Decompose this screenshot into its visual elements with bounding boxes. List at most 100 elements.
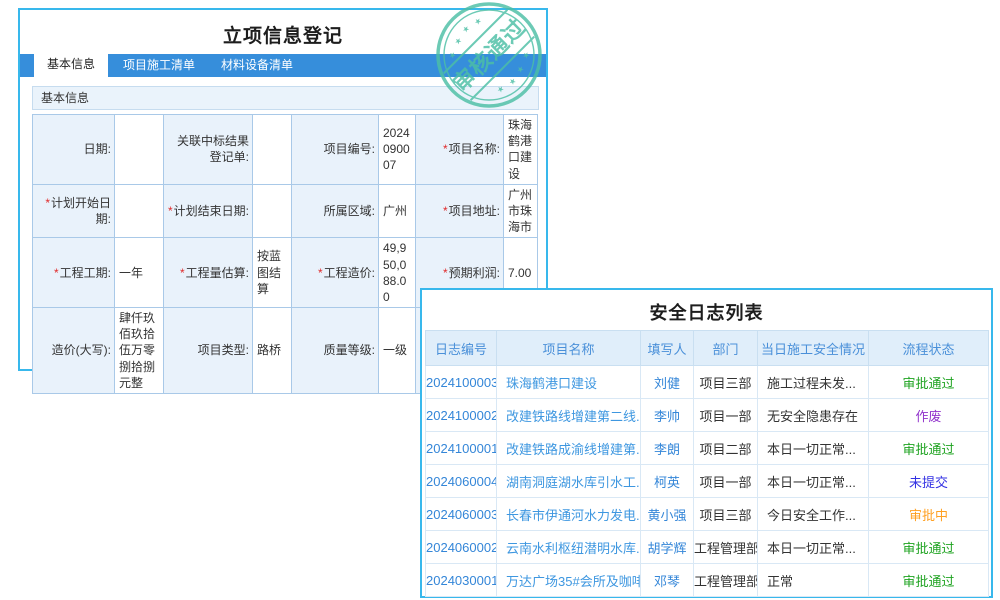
tab-material-equipment-list[interactable]: 材料设备清单: [208, 54, 306, 77]
form-field-label: 日期:: [33, 115, 115, 185]
form-field-label-text: 预期利润:: [449, 266, 500, 280]
writer-link[interactable]: 胡学辉: [641, 531, 694, 564]
daily-safety-cell: 本日一切正常...: [758, 465, 869, 498]
required-asterisk: *: [443, 266, 448, 280]
writer-link[interactable]: 李帅: [641, 399, 694, 432]
form-field-label-text: 计划结束日期:: [174, 204, 249, 218]
form-field-label: *工程量估算:: [164, 238, 253, 308]
form-field-value: 珠海鹤港口建设: [504, 115, 538, 185]
form-field-value: 一年: [115, 238, 164, 308]
project-name-link[interactable]: 湖南洞庭湖水库引水工...: [497, 465, 641, 498]
table-row: 2024060003长春市伊通河水力发电...黄小强项目三部今日安全工作...审…: [426, 498, 989, 531]
table-row: 2024030001万达广场35#会所及咖啡...邓琴工程管理部正常审批通过: [426, 564, 989, 597]
writer-link[interactable]: 黄小强: [641, 498, 694, 531]
writer-link[interactable]: 刘健: [641, 366, 694, 399]
tab-basic-info[interactable]: 基本信息: [34, 50, 108, 77]
form-field-label-text: 质量等级:: [324, 343, 375, 357]
department-cell: 项目一部: [694, 465, 758, 498]
department-cell: 工程管理部: [694, 564, 758, 597]
column-header-writer: 填写人: [641, 331, 694, 366]
page-title: 立项信息登记: [20, 21, 546, 48]
department-cell: 项目二部: [694, 432, 758, 465]
log-id-link[interactable]: 2024100002: [426, 399, 497, 432]
form-field-value: [115, 184, 164, 238]
daily-safety-cell: 正常: [758, 564, 869, 597]
form-row: *计划开始日期:*计划结束日期:所属区域:广州*项目地址:广州市珠海市: [33, 184, 538, 238]
form-field-label: *项目地址:: [416, 184, 504, 238]
form-field-label: *工程工期:: [33, 238, 115, 308]
form-field-value: 肆仟玖佰玖拾伍万零捌拾捌元整: [115, 308, 164, 394]
column-header-department: 部门: [694, 331, 758, 366]
log-id-link[interactable]: 2024060004: [426, 465, 497, 498]
log-id-link[interactable]: 2024030001: [426, 564, 497, 597]
form-field-label: 项目编号:: [292, 115, 379, 185]
form-field-label: 造价(大写):: [33, 308, 115, 394]
department-cell: 项目三部: [694, 498, 758, 531]
table-row: 2024100002改建铁路线增建第二线...李帅项目一部无安全隐患存在作废: [426, 399, 989, 432]
log-id-link[interactable]: 2024100003: [426, 366, 497, 399]
required-asterisk: *: [168, 204, 173, 218]
daily-safety-cell: 本日一切正常...: [758, 432, 869, 465]
form-field-value: [253, 115, 292, 185]
form-row: 日期: 关联中标结果登记单: 项目编号: 2024090007*项目名称:珠海鹤港口建…: [33, 115, 538, 185]
log-id-link[interactable]: 2024060003: [426, 498, 497, 531]
form-field-label: 质量等级:: [292, 308, 379, 394]
log-id-link[interactable]: 2024060002: [426, 531, 497, 564]
log-list-title: 安全日志列表: [422, 299, 991, 325]
required-asterisk: *: [180, 266, 185, 280]
safety-log-table: 日志编号项目名称填写人部门当日施工安全情况流程状态 2024100003珠海鹤港…: [425, 330, 989, 597]
daily-safety-cell: 今日安全工作...: [758, 498, 869, 531]
form-field-label: 项目类型:: [164, 308, 253, 394]
column-header-daily-safety: 当日施工安全情况: [758, 331, 869, 366]
log-id-link[interactable]: 2024100001: [426, 432, 497, 465]
form-field-label-text: 工程量估算:: [186, 266, 249, 280]
tab-construction-list[interactable]: 项目施工清单: [110, 54, 208, 77]
project-name-link[interactable]: 长春市伊通河水力发电...: [497, 498, 641, 531]
department-cell: 项目一部: [694, 399, 758, 432]
form-field-value: 广州市珠海市: [504, 184, 538, 238]
form-field-label-text: 造价(大写):: [52, 343, 111, 357]
form-field-label-text: 项目地址:: [449, 204, 500, 218]
form-field-label-text: 项目编号:: [324, 142, 375, 156]
status-badge: 作废: [869, 399, 989, 432]
required-asterisk: *: [443, 204, 448, 218]
status-badge: 审批通过: [869, 531, 989, 564]
status-badge: 审批通过: [869, 366, 989, 399]
required-asterisk: *: [443, 142, 448, 156]
status-badge: 审批中: [869, 498, 989, 531]
form-field-value: 按蓝图结算: [253, 238, 292, 308]
table-row: 2024100003珠海鹤港口建设刘健项目三部施工过程未发...审批通过: [426, 366, 989, 399]
column-header-flow-status: 流程状态: [869, 331, 989, 366]
project-name-link[interactable]: 云南水利枢纽潜明水库...: [497, 531, 641, 564]
writer-link[interactable]: 柯英: [641, 465, 694, 498]
form-field-value: [253, 184, 292, 238]
status-badge: 未提交: [869, 465, 989, 498]
form-field-label: *项目名称:: [416, 115, 504, 185]
status-badge: 审批通过: [869, 432, 989, 465]
column-header-log-id: 日志编号: [426, 331, 497, 366]
tab-bar: 基本信息项目施工清单材料设备清单: [20, 54, 546, 77]
form-field-value: 2024090007: [379, 115, 416, 185]
form-field-value: 广州: [379, 184, 416, 238]
form-field-label: 关联中标结果登记单:: [164, 115, 253, 185]
writer-link[interactable]: 邓琴: [641, 564, 694, 597]
required-asterisk: *: [318, 266, 323, 280]
form-field-value: 路桥: [253, 308, 292, 394]
writer-link[interactable]: 李朗: [641, 432, 694, 465]
table-row: 2024060002云南水利枢纽潜明水库...胡学辉工程管理部本日一切正常...…: [426, 531, 989, 564]
form-field-label: *工程造价:: [292, 238, 379, 308]
form-field-value: [115, 115, 164, 185]
table-row: 2024100001改建铁路成渝线增建第...李朗项目二部本日一切正常...审批…: [426, 432, 989, 465]
project-name-link[interactable]: 改建铁路成渝线增建第...: [497, 432, 641, 465]
project-name-link[interactable]: 改建铁路线增建第二线...: [497, 399, 641, 432]
column-header-project-name: 项目名称: [497, 331, 641, 366]
project-name-link[interactable]: 珠海鹤港口建设: [497, 366, 641, 399]
section-header-basic-info: 基本信息: [32, 86, 539, 110]
form-field-label-text: 日期:: [84, 142, 111, 156]
form-field-label-text: 关联中标结果登记单:: [177, 134, 249, 164]
project-name-link[interactable]: 万达广场35#会所及咖啡...: [497, 564, 641, 597]
safety-log-panel: 安全日志列表 日志编号项目名称填写人部门当日施工安全情况流程状态 2024100…: [420, 288, 993, 598]
daily-safety-cell: 施工过程未发...: [758, 366, 869, 399]
form-field-label: *计划结束日期:: [164, 184, 253, 238]
form-field-label-text: 工程造价:: [324, 266, 375, 280]
